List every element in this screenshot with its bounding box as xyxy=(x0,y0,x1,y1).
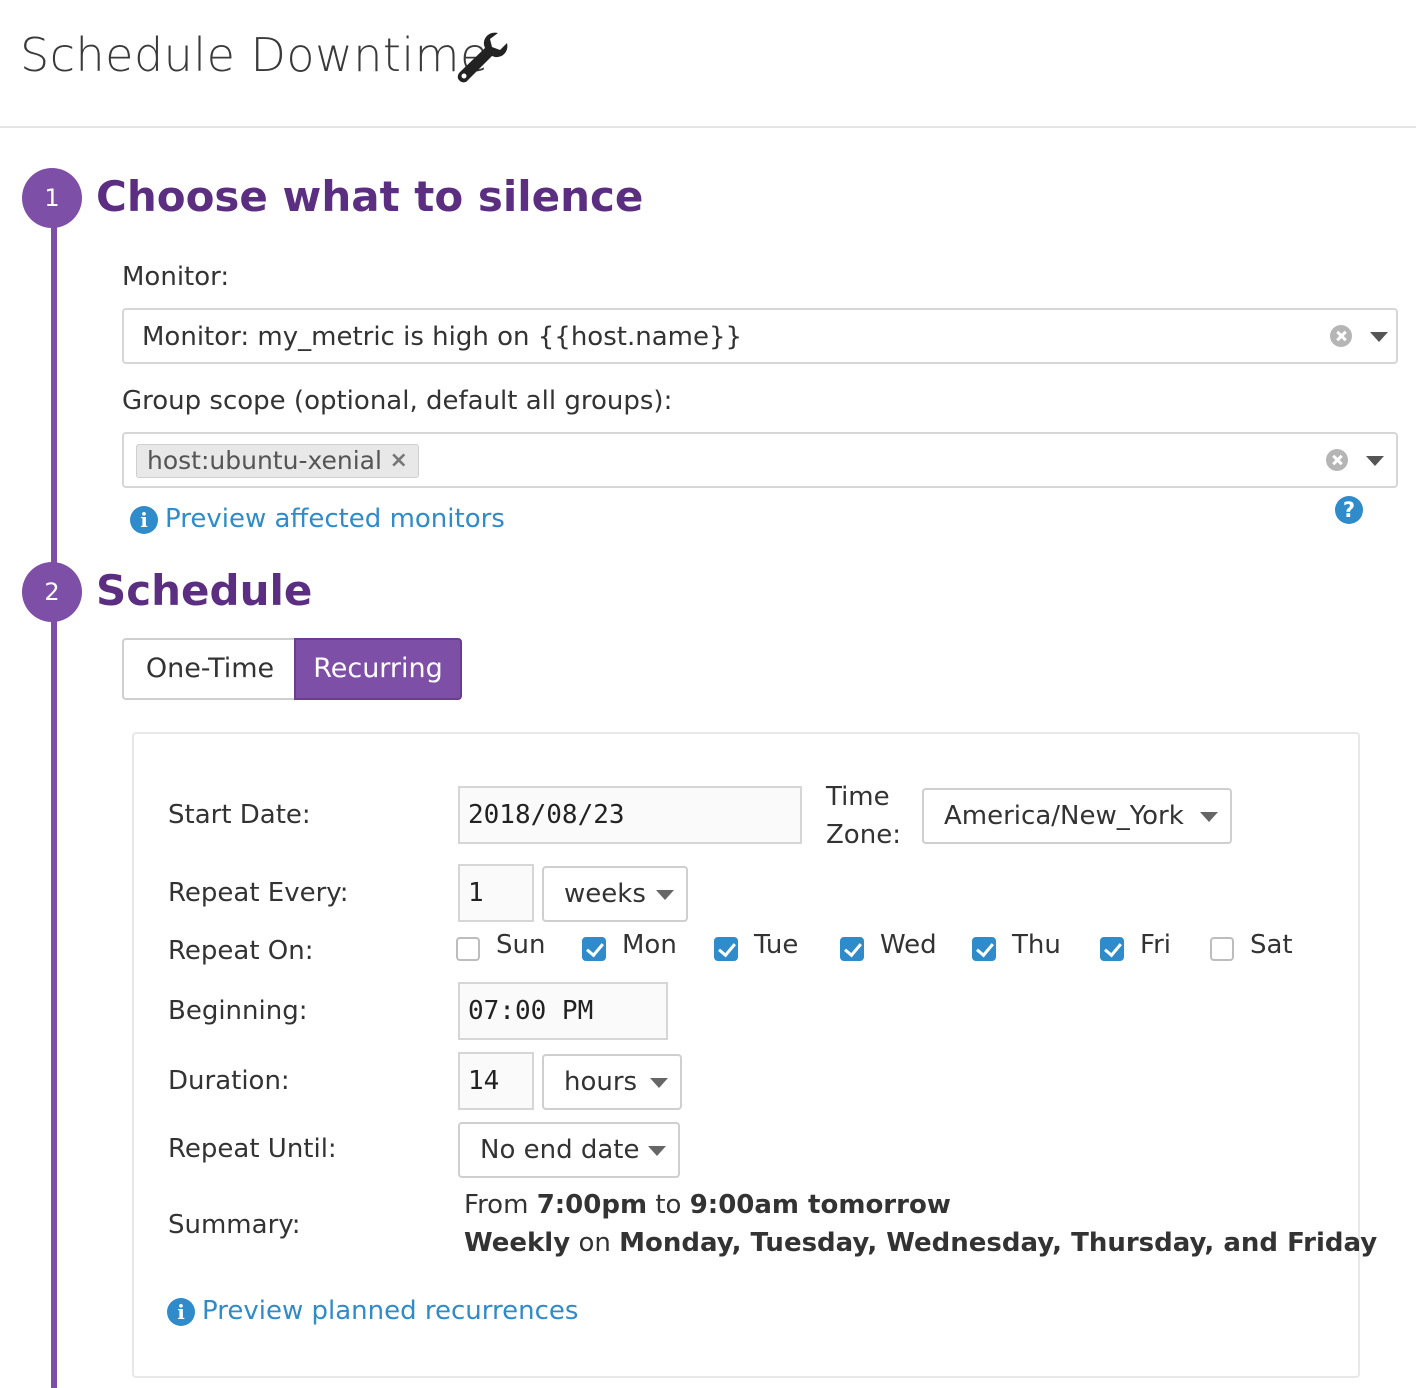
scope-tag: host:ubuntu-xenial × xyxy=(136,444,419,478)
summary-line-time: From 7:00pm to 9:00am tomorrow xyxy=(464,1186,1377,1224)
checkbox[interactable] xyxy=(840,937,864,961)
repeat-every-label: Repeat Every: xyxy=(168,878,349,908)
repeat-every-unit-select[interactable]: weeks xyxy=(542,866,688,922)
timezone-label: Time Zone: xyxy=(826,782,901,850)
chevron-down-icon xyxy=(650,1078,668,1088)
help-icon[interactable]: ? xyxy=(1335,496,1363,524)
repeat-until-select[interactable]: No end date xyxy=(458,1122,680,1178)
tab-recurring[interactable]: Recurring xyxy=(294,638,462,700)
group-scope-label: Group scope (optional, default all group… xyxy=(122,386,673,416)
beginning-label: Beginning: xyxy=(168,996,308,1026)
summary-label: Summary: xyxy=(168,1210,301,1240)
step-1-badge: 1 xyxy=(22,168,82,228)
clear-icon[interactable] xyxy=(1326,449,1348,471)
checkbox[interactable] xyxy=(972,937,996,961)
start-date-input[interactable]: 2018/08/23 xyxy=(458,786,802,844)
chevron-down-icon xyxy=(656,890,674,900)
repeat-every-input[interactable]: 1 xyxy=(458,864,534,922)
checkbox[interactable] xyxy=(582,937,606,961)
start-date-label: Start Date: xyxy=(168,800,311,830)
duration-unit-value: hours xyxy=(564,1067,638,1097)
preview-planned-recurrences-link[interactable]: Preview planned recurrences xyxy=(202,1296,578,1326)
summary-start: 7:00pm xyxy=(536,1190,648,1220)
clear-icon[interactable] xyxy=(1330,325,1352,347)
summary-on-word: on xyxy=(578,1228,611,1258)
chevron-down-icon xyxy=(1200,812,1218,822)
wrench-icon xyxy=(457,32,508,83)
repeat-until-value: No end date xyxy=(480,1135,640,1165)
day-label: Thu xyxy=(1012,930,1061,960)
checkbox[interactable] xyxy=(714,937,738,961)
chevron-down-icon xyxy=(648,1146,666,1156)
summary-end: 9:00am tomorrow xyxy=(689,1190,951,1220)
repeat-every-unit-value: weeks xyxy=(564,879,646,909)
beginning-time-input[interactable]: 07:00 PM xyxy=(458,982,668,1040)
day-label: Mon xyxy=(622,930,677,960)
info-icon: i xyxy=(167,1298,195,1326)
summary-to-word: to xyxy=(655,1190,682,1220)
timezone-select[interactable]: America/New_York xyxy=(922,788,1232,844)
day-label: Wed xyxy=(880,930,937,960)
monitor-label: Monitor: xyxy=(122,262,230,292)
monitor-select-value: Monitor: my_metric is high on {{host.nam… xyxy=(142,322,743,352)
duration-label: Duration: xyxy=(168,1066,290,1096)
repeat-until-label: Repeat Until: xyxy=(168,1134,337,1164)
scope-tag-label: host:ubuntu-xenial xyxy=(147,446,382,475)
summary-line-days: Weekly on Monday, Tuesday, Wednesday, Th… xyxy=(464,1224,1377,1262)
page-title: Schedule Downtime xyxy=(20,28,489,82)
summary-days: Monday, Tuesday, Wednesday, Thursday, an… xyxy=(619,1228,1378,1258)
section-title-silence: Choose what to silence xyxy=(96,172,644,221)
summary-frequency: Weekly xyxy=(464,1228,571,1258)
day-label: Fri xyxy=(1140,930,1171,960)
monitor-select[interactable]: Monitor: my_metric is high on {{host.nam… xyxy=(122,308,1398,364)
preview-affected-monitors-link[interactable]: Preview affected monitors xyxy=(165,504,505,534)
duration-unit-select[interactable]: hours xyxy=(542,1054,682,1110)
group-scope-select[interactable]: host:ubuntu-xenial × xyxy=(122,432,1398,488)
repeat-on-label: Repeat On: xyxy=(168,936,314,966)
schedule-summary: From 7:00pm to 9:00am tomorrow Weekly on… xyxy=(464,1186,1377,1262)
chevron-down-icon[interactable] xyxy=(1366,456,1384,466)
day-label: Sun xyxy=(496,930,546,960)
chevron-down-icon[interactable] xyxy=(1370,332,1388,342)
day-label: Sat xyxy=(1250,930,1293,960)
timezone-value: America/New_York xyxy=(944,801,1184,831)
summary-from-word: From xyxy=(464,1190,529,1220)
step-2-badge: 2 xyxy=(22,562,82,622)
day-label: Tue xyxy=(754,930,799,960)
page-header: Schedule Downtime xyxy=(0,0,1416,128)
recurring-schedule-panel: Start Date: 2018/08/23 Time Zone: Americ… xyxy=(132,732,1377,1378)
checkbox[interactable] xyxy=(1100,937,1124,961)
remove-tag-icon[interactable]: × xyxy=(390,445,408,477)
checkbox[interactable] xyxy=(456,937,480,961)
checkbox[interactable] xyxy=(1210,937,1234,961)
step-timeline xyxy=(51,196,57,1388)
section-title-schedule: Schedule xyxy=(96,566,313,615)
info-icon: i xyxy=(130,506,158,534)
tab-one-time[interactable]: One-Time xyxy=(122,638,296,700)
duration-input[interactable]: 14 xyxy=(458,1052,534,1110)
